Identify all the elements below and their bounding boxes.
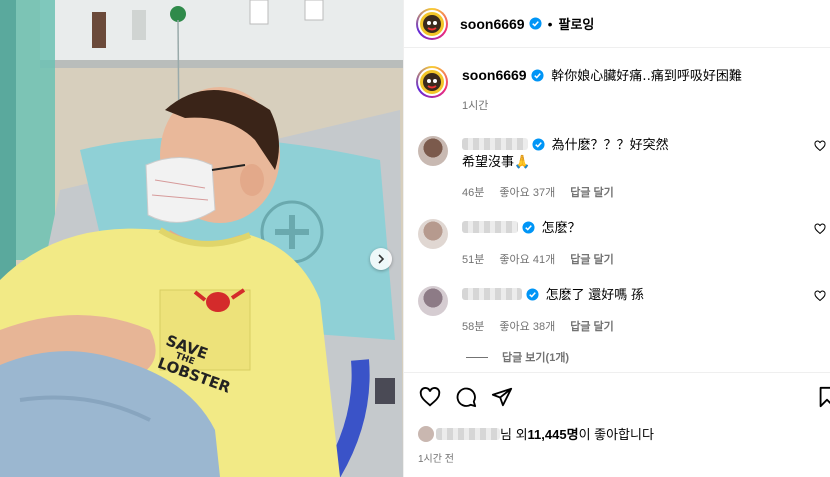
following-button[interactable]: 팔로잉 — [559, 14, 595, 33]
comment-like-count[interactable]: 좋아요 38개 — [499, 321, 555, 333]
liker-avatar — [418, 425, 434, 442]
comment-text: 為什麽？？？好突然 — [551, 137, 669, 152]
view-replies-label: 답글 보기(1개) — [502, 352, 570, 364]
carousel-next-button[interactable] — [370, 248, 392, 270]
comment-time: 46분 — [462, 187, 485, 199]
like-button[interactable] — [418, 385, 442, 409]
comment-meta: 51분 좋아요 41개 답글 달기 — [462, 251, 626, 267]
post-actions: 님 외 11,445명 이 좋아합니다 1시간 전 — [404, 372, 830, 477]
comment-time: 51분 — [462, 254, 485, 266]
commenter-username-blurred[interactable] — [462, 138, 528, 150]
comment-like-count[interactable]: 좋아요 37개 — [499, 187, 555, 199]
chevron-right-icon — [378, 254, 385, 264]
commenter-username-blurred[interactable] — [462, 221, 518, 233]
likes-summary[interactable]: 님 외 11,445명 이 좋아합니다 — [418, 424, 654, 443]
comment-meta: 46분 좋아요 37개 답글 달기 — [462, 184, 626, 200]
likes-tail: 이 좋아합니다 — [578, 427, 654, 442]
reply-button[interactable]: 답글 달기 — [570, 321, 614, 333]
verified-badge-icon — [526, 288, 539, 301]
view-replies-button[interactable]: 답글 보기(1개) — [466, 349, 569, 365]
caption-text: 幹你娘心臟好痛‥痛到呼吸好困難 — [551, 68, 742, 83]
reply-button[interactable]: 답글 달기 — [570, 187, 614, 199]
heart-icon — [419, 387, 441, 407]
caption-time: 1시간 — [462, 100, 489, 112]
header-separator: • — [547, 15, 553, 32]
bookmark-icon — [819, 386, 830, 408]
share-button[interactable] — [490, 385, 514, 409]
comment-meta: 58분 좋아요 38개 답글 달기 — [462, 318, 626, 334]
photo-illustration — [0, 0, 403, 477]
verified-badge-icon — [529, 17, 542, 30]
commenter-avatar[interactable] — [418, 136, 448, 166]
comment-icon — [456, 387, 477, 408]
author-username[interactable]: soon6669 — [460, 16, 525, 32]
verified-badge-icon — [531, 69, 544, 82]
comment-item: 怎麽？ 51분 좋아요 41개 답글 달기 — [416, 219, 826, 269]
liker-username-blurred[interactable] — [436, 427, 500, 440]
share-icon — [491, 387, 513, 407]
comment-text-line-2: 希望沒事🙏 — [462, 154, 531, 169]
comment-item: 為什麽？？？好突然 希望沒事🙏 46분 좋아요 37개 답글 달기 — [416, 136, 826, 206]
author-avatar[interactable] — [416, 7, 448, 40]
comment-item: 怎麽了 還好嗎 孫 58분 좋아요 38개 답글 달기 — [416, 286, 826, 336]
post-caption: soon6669 幹你娘心臟好痛‥痛到呼吸好困難 1시간 — [416, 66, 826, 115]
post-header: soon6669 • 팔로잉 — [404, 0, 830, 48]
verified-badge-icon — [532, 138, 545, 151]
view-replies-line — [466, 356, 488, 358]
likes-suffix: 님 외 — [500, 427, 528, 442]
post-sidebar: soon6669 • 팔로잉 soon6669 幹你娘心臟好痛‥痛到呼吸好困難 … — [403, 0, 830, 477]
caption-username[interactable]: soon6669 — [462, 67, 527, 83]
comment-text: 怎麽？ — [541, 220, 581, 235]
post-time: 1시간 전 — [418, 454, 454, 465]
save-button[interactable] — [815, 385, 830, 409]
reply-button[interactable]: 답글 달기 — [570, 254, 614, 266]
caption-author-avatar[interactable] — [416, 66, 448, 98]
verified-badge-icon — [522, 221, 535, 234]
comment-text: 怎麽了 還好嗎 孫 — [545, 287, 644, 302]
commenter-avatar[interactable] — [418, 219, 448, 249]
comment-button[interactable] — [454, 385, 478, 409]
post-photo[interactable]: SAVE THE LOBSTER — [0, 0, 403, 477]
avatar-character-icon — [423, 14, 441, 33]
comment-like-count[interactable]: 좋아요 41개 — [499, 254, 555, 266]
commenter-avatar[interactable] — [418, 286, 448, 316]
action-icons — [418, 385, 514, 409]
comment-time: 58분 — [462, 321, 485, 333]
comment-heart-icon[interactable] — [814, 290, 826, 302]
comment-heart-icon[interactable] — [814, 223, 826, 235]
commenter-username-blurred[interactable] — [462, 288, 522, 300]
likes-count[interactable]: 11,445명 — [528, 424, 579, 443]
avatar-character-icon — [423, 73, 441, 91]
comment-heart-icon[interactable] — [814, 140, 826, 152]
